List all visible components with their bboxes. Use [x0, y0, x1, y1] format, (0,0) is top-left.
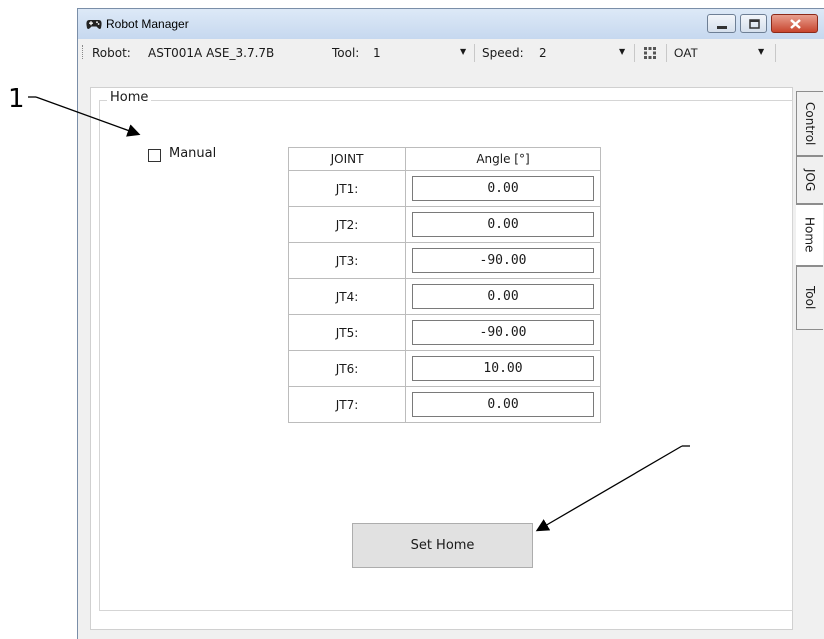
callout-2-arrow: [535, 445, 683, 532]
callout-arrows: [28, 96, 690, 532]
callout-1-arrow: [35, 96, 141, 137]
